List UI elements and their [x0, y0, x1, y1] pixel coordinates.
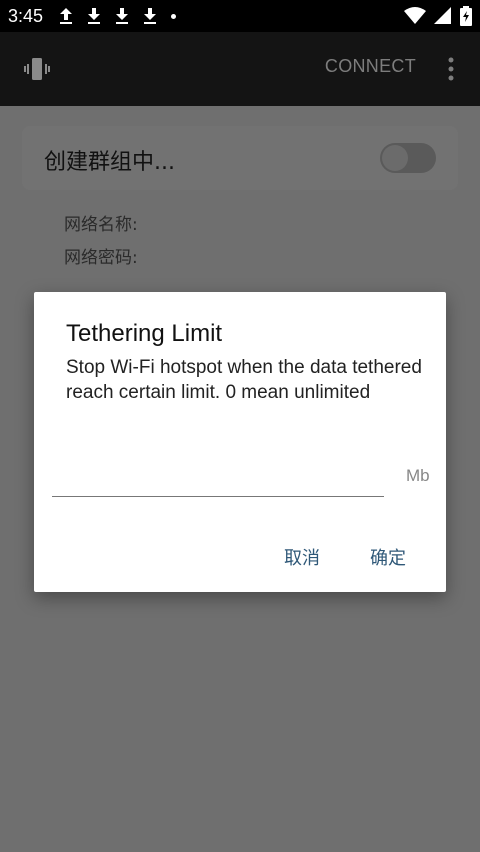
status-icons-right: [404, 6, 472, 26]
app-bar: CONNECT: [0, 32, 480, 106]
create-group-toggle[interactable]: [380, 143, 436, 173]
toggle-knob: [382, 145, 408, 171]
cancel-button[interactable]: 取消: [284, 544, 320, 570]
download-icon: [88, 8, 101, 24]
tethering-limit-dialog: Tethering Limit Stop Wi-Fi hotspot when …: [34, 292, 446, 592]
status-icons-left: [57, 6, 177, 26]
phone-vibrate-icon: [24, 58, 50, 80]
network-password-label: 网络密码:: [64, 248, 138, 268]
unit-label: Mb: [406, 466, 430, 485]
notification-dot-icon: [171, 13, 177, 19]
status-bar: 3:45: [0, 0, 480, 32]
status-time: 3:45: [8, 5, 44, 26]
ok-button[interactable]: 确定: [370, 544, 406, 570]
upload-icon: [60, 8, 73, 24]
network-name-label: 网络名称:: [64, 215, 138, 235]
create-group-card: 创建群组中...: [22, 126, 458, 190]
battery-charging-icon: [460, 6, 472, 26]
download-icon: [144, 8, 157, 24]
create-group-label: 创建群组中...: [44, 150, 175, 175]
wifi-icon: [404, 7, 426, 24]
dialog-title: Tethering Limit: [66, 320, 223, 347]
connect-button[interactable]: CONNECT: [325, 56, 416, 77]
download-icon: [116, 8, 129, 24]
dialog-message: Stop Wi-Fi hotspot when the data tethere…: [66, 357, 422, 403]
limit-input[interactable]: [52, 460, 384, 497]
signal-icon: [434, 7, 451, 24]
more-vert-icon[interactable]: [444, 56, 458, 82]
